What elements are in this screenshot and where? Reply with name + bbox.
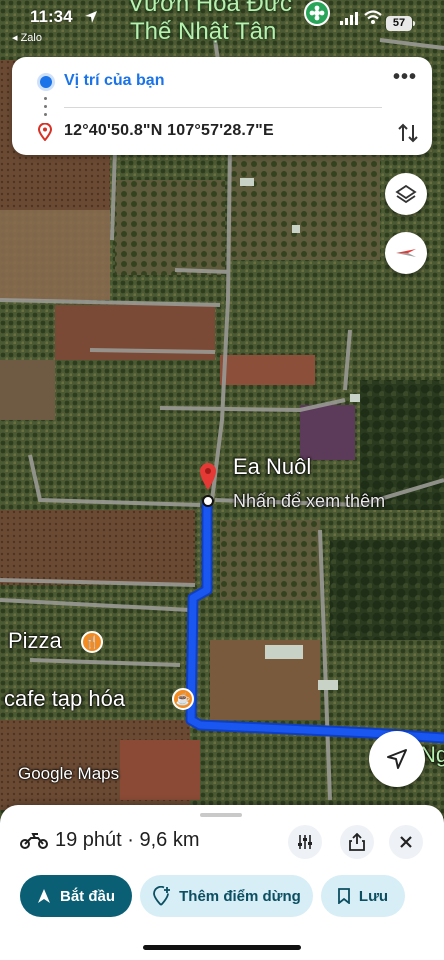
motorbike-icon	[20, 833, 48, 849]
battery-icon: 57	[386, 16, 415, 31]
destination-marker-icon[interactable]	[200, 462, 216, 510]
compass-icon	[396, 249, 416, 257]
destination-pin-icon	[38, 123, 52, 141]
add-stop-label: Thêm điểm dừng	[179, 887, 301, 905]
wifi-icon	[364, 10, 382, 24]
map-label-top-2: Thế Nhật Tân	[130, 18, 277, 45]
origin-dot-icon	[40, 76, 52, 88]
add-stop-button[interactable]: Thêm điểm dừng	[140, 875, 313, 917]
navigation-start-icon	[37, 889, 50, 903]
restaurant-icon[interactable]: 🍴	[81, 631, 103, 653]
share-icon	[349, 833, 365, 851]
navigation-arrow-icon	[387, 749, 407, 769]
compass-button[interactable]	[385, 232, 427, 274]
close-button[interactable]	[389, 825, 423, 859]
map-label-top-1: Vườn Hoa Đức	[128, 0, 292, 17]
add-location-icon	[153, 886, 171, 906]
save-label: Lưu	[358, 887, 389, 905]
route-options-button[interactable]	[288, 825, 322, 859]
layers-button[interactable]	[385, 173, 427, 215]
swap-directions-icon[interactable]	[394, 119, 422, 147]
home-indicator[interactable]	[143, 945, 301, 950]
drag-handle[interactable]	[200, 813, 242, 817]
route-summary: 19 phút · 9,6 km	[55, 829, 200, 851]
flower-garden-poi-icon[interactable]	[304, 0, 330, 26]
location-arrow-icon	[85, 11, 97, 23]
sliders-icon	[298, 835, 312, 849]
route-connector-icon	[44, 97, 48, 123]
share-button[interactable]	[340, 825, 374, 859]
layers-icon	[395, 184, 417, 204]
place-name-label[interactable]: Ea Nuôl	[233, 454, 311, 480]
origin-field[interactable]: Vị trí của bạn	[64, 72, 164, 90]
clock: 11:34	[30, 7, 73, 26]
tap-for-more-label[interactable]: Nhấn để xem thêm	[233, 491, 385, 512]
close-icon	[400, 836, 412, 848]
more-options-icon[interactable]: •••	[390, 67, 420, 93]
divider	[64, 107, 382, 108]
back-to-app-link[interactable]: ◂ Zalo	[12, 31, 42, 44]
directions-card: Vị trí của bạn ••• 12°40'50.8"N 107°57'2…	[12, 57, 432, 155]
start-label: Bắt đầu	[59, 887, 115, 905]
poi-pizza-label[interactable]: Pizza	[8, 628, 62, 654]
destination-field[interactable]: 12°40'50.8"N 107°57'28.7"E	[64, 122, 274, 140]
google-maps-logo: Google Maps	[18, 764, 120, 783]
route-bottom-sheet: 19 phút · 9,6 km Bắt đầu Thêm điểm dừng …	[0, 805, 444, 960]
cellular-signal-icon	[340, 12, 358, 25]
poi-cafe-label[interactable]: cafe tạp hóa	[4, 686, 125, 712]
coffee-icon[interactable]: ☕	[172, 688, 194, 710]
recenter-button[interactable]	[369, 731, 425, 787]
save-button[interactable]: Lưu	[321, 875, 405, 917]
start-navigation-button[interactable]: Bắt đầu	[20, 875, 132, 917]
bookmark-icon	[338, 888, 350, 904]
